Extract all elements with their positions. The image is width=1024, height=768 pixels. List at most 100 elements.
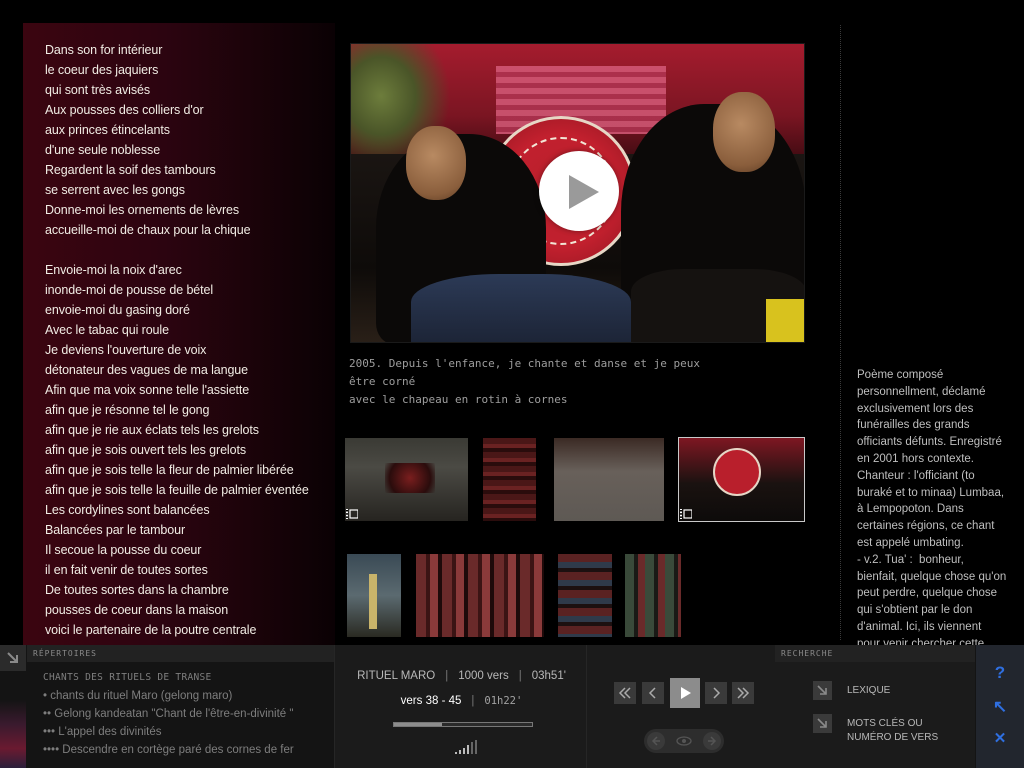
separator: | [471,695,475,707]
thumbnail-photo-5[interactable] [347,554,401,637]
thumbnail-photo-2[interactable] [483,438,536,521]
video-frame-yellow-cloth [766,299,804,342]
keyword-search-link[interactable]: MOTS CLÉS OU NUMÉRO DE VERS [813,714,963,744]
current-position: vers 38 - 45 | 01h22' [335,695,588,707]
video-player[interactable] [350,43,805,343]
view-next-button[interactable] [703,732,721,750]
search-panel: LEXIQUE MOTS CLÉS OU NUMÉRO DE VERS [775,662,975,768]
repertoires-toggle-button[interactable] [0,645,26,671]
previous-button[interactable] [642,682,664,704]
view-navigation [644,729,724,753]
poem-line: voici le partenaire de la poutre central… [45,623,257,637]
next-button[interactable] [705,682,727,704]
progress-bar[interactable] [393,722,533,727]
keyword-search-label: MOTS CLÉS OU NUMÉRO DE VERS [847,718,939,743]
poem-line: afin que je rie aux éclats tels les grel… [45,423,259,437]
search-header: RECHERCHE [775,645,975,662]
verse-range: vers 38 - 45 [400,695,462,707]
fast-forward-icon [737,687,750,699]
video-frame-face-right [713,92,775,172]
column-divider [840,25,841,640]
video-caption: 2005. Depuis l'enfance, je chante et dan… [349,357,700,406]
eye-icon [676,736,692,746]
bottom-control-bar: RÉPERTOIRES CHANTS DES RITUELS DE TRANSE… [0,645,1024,768]
close-icon[interactable]: ✕ [990,729,1010,749]
poem-lines: Dans son for intérieur le coeur des jaqui… [45,40,309,640]
recording-summary: RITUEL MARO | 1000 vers | 03h51' [335,670,588,682]
repertoires-breadcrumb: CHANTS DES RITUELS DE TRANSE • chants du … [43,669,294,759]
poem-line: afin que je sois telle la fleur de palmi… [45,463,294,477]
poem-line: Envoie-moi la noix d'arec [45,263,182,277]
lexicon-label: LEXIQUE [847,685,891,696]
arrow-down-right-icon [7,652,18,663]
thumbnail-photo-6[interactable] [416,554,544,637]
verse-count: 1000 vers [458,670,509,682]
poem-stanza-break [45,240,309,260]
poem-line: qui sont très avisés [45,83,150,97]
poem-line: Dans son for intérieur [45,43,163,57]
poem-line: Afin que ma voix sonne telle l'assiette [45,383,250,397]
thumbnail-photo-8[interactable] [625,554,681,637]
poem-line: il en fait venir de toutes sortes [45,563,208,577]
next-icon [713,687,721,699]
repertoire-item[interactable]: •• Gelong kandeatan "Chant de l'être-en-… [43,705,294,723]
rewind-button[interactable] [614,682,636,704]
total-duration: 03h51' [531,670,566,682]
poem-line: pousses de coeur dans la maison [45,603,229,617]
poem-line: Les cordylines sont balancées [45,503,210,517]
rewind-icon [618,687,631,699]
repertoires-header: RÉPERTOIRES [27,645,334,662]
transport-controls [587,645,775,768]
separator: | [518,670,522,682]
poem-line: afin que je résonne tel le gong [45,403,210,417]
repertoire-category: CHANTS DES RITUELS DE TRANSE [43,672,212,683]
arrow-right-icon [708,736,717,746]
poem-line: Il secoue la pousse du coeur [45,543,202,557]
film-icon [680,509,692,519]
poem-line: se serrent avec les gongs [45,183,185,197]
repertoire-item[interactable]: • chants du rituel Maro (gelong maro) [43,687,294,705]
poem-line: Avec le tabac qui roule [45,323,169,337]
decorative-strip [0,671,26,768]
help-icon[interactable]: ? [990,663,1010,683]
thumbnail-photo-3[interactable] [554,438,664,521]
poem-line: inonde-moi de pousse de bétel [45,283,214,297]
repertoire-item[interactable]: •••• Descendre en cortège paré des corne… [43,741,294,759]
poem-panel: Dans son for intérieur le coeur des jaqui… [23,23,335,645]
tools-column: ? ↖ ✕ [976,645,1024,768]
play-video-button[interactable] [539,151,619,231]
arrow-down-right-icon [813,681,832,700]
poem-line: Je deviens l'ouverture de voix [45,343,207,357]
arrow-left-icon [651,736,660,746]
video-frame-cloth [411,274,631,342]
view-prev-button[interactable] [647,732,665,750]
recording-title: RITUEL MARO [357,670,436,682]
recording-info: RITUEL MARO | 1000 vers | 03h51' vers 38 - 4… [334,645,587,768]
poem-line: Donne-moi les ornements de lèvres [45,203,240,217]
volume-icon[interactable] [455,740,485,754]
poem-line: afin que je sois telle la feuille de pal… [45,483,309,497]
video-frame-face-left [406,126,466,200]
fast-forward-button[interactable] [732,682,754,704]
view-toggle-button[interactable] [675,732,693,750]
play-icon [569,175,599,209]
poem-line: Aux pousses des colliers d'or [45,103,204,117]
progress-fill [394,723,443,726]
thumbnail-photo-7[interactable] [558,554,612,637]
poem-line: envoie-moi du gasing doré [45,303,190,317]
commentary-text: Poème composé personnellment, déclamé ex… [857,369,1007,647]
poem-line: détonateur des vagues de ma langue [45,363,249,377]
poem-line: le coeur des jaquiers [45,63,159,77]
elapsed-time: 01h22' [484,695,523,707]
lexicon-link[interactable]: LEXIQUE [813,681,963,701]
repertoire-item[interactable]: ••• L'appel des divinités [43,723,294,741]
thumbnail-video-4-selected[interactable] [678,437,805,522]
poem-line: Balancées par le tambour [45,523,186,537]
poem-line: d'une seule noblesse [45,143,161,157]
play-icon [681,687,691,699]
poem-line: aux princes étincelants [45,123,170,137]
back-icon[interactable]: ↖ [990,697,1010,717]
poem-line: accueille-moi de chaux pour la chique [45,223,251,237]
thumbnail-video-1[interactable] [345,438,468,521]
play-button[interactable] [670,678,700,708]
